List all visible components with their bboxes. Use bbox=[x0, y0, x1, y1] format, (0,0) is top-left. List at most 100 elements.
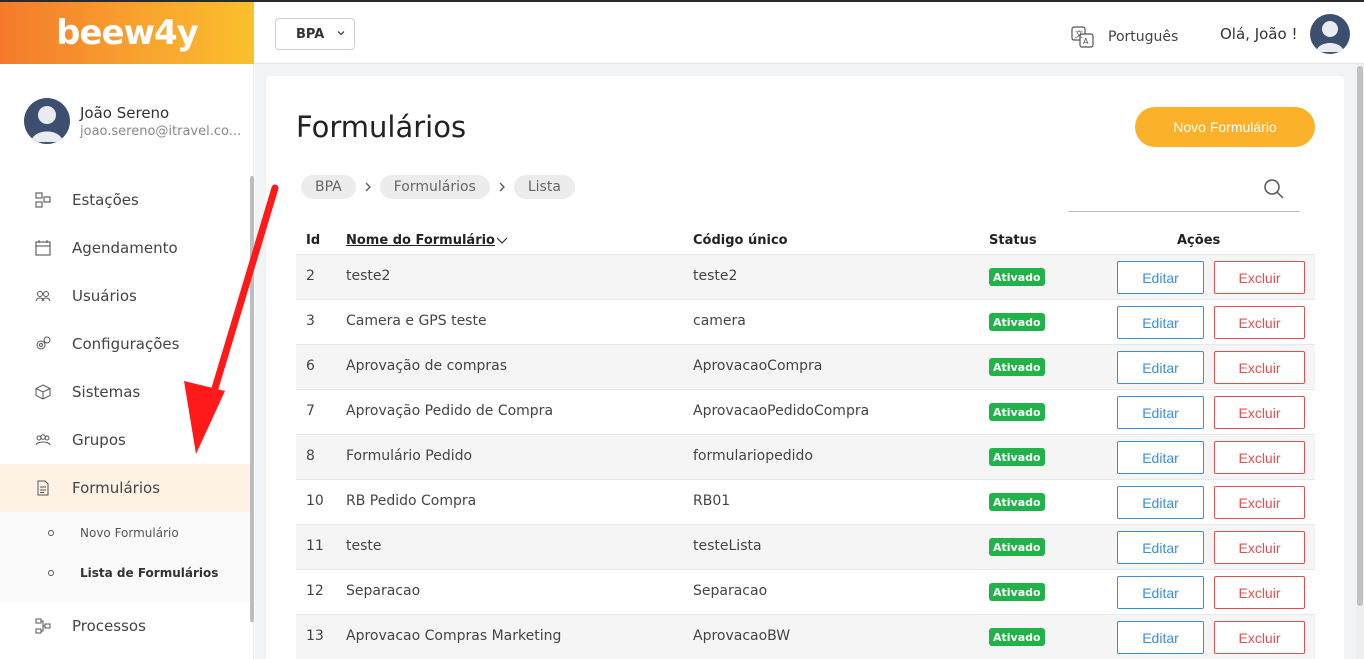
cell-code: camera bbox=[693, 313, 746, 329]
person-icon bbox=[1316, 21, 1344, 52]
person-icon bbox=[31, 106, 63, 142]
header-status: Status bbox=[989, 233, 1037, 248]
sidebar-item-label: Estações bbox=[72, 191, 139, 209]
cell-code: Separacao bbox=[693, 583, 768, 599]
breadcrumb-item[interactable]: BPA bbox=[301, 175, 356, 199]
scrollbar-thumb[interactable] bbox=[1357, 66, 1363, 606]
cell-code: RB01 bbox=[693, 493, 731, 509]
sidebar-item-formularios[interactable]: Formulários bbox=[0, 464, 250, 512]
gears-icon bbox=[36, 336, 51, 350]
sidebar-item-estacoes[interactable]: Estações bbox=[0, 176, 250, 224]
status-badge: Ativado bbox=[989, 448, 1045, 466]
table-row: 10 RB Pedido Compra RB01 Ativado Editar Exclu… bbox=[296, 479, 1315, 524]
bullet-icon bbox=[48, 570, 54, 576]
edit-button[interactable]: Editar bbox=[1117, 261, 1204, 294]
delete-button[interactable]: Excluir bbox=[1214, 531, 1305, 564]
logo[interactable]: beew4y bbox=[0, 2, 254, 64]
user-avatar[interactable] bbox=[1310, 14, 1350, 54]
bullet-icon bbox=[48, 530, 54, 536]
delete-button[interactable]: Excluir bbox=[1214, 576, 1305, 609]
delete-button[interactable]: Excluir bbox=[1214, 351, 1305, 384]
table-row: 12 Separacao Separacao Ativado Editar Excluir bbox=[296, 569, 1315, 614]
edit-button[interactable]: Editar bbox=[1117, 441, 1204, 474]
edit-button[interactable]: Editar bbox=[1117, 351, 1204, 384]
sidebar-scrollbar[interactable] bbox=[250, 176, 254, 622]
language-selector[interactable]: 文 A Português bbox=[1070, 24, 1178, 50]
cell-id: 3 bbox=[306, 313, 315, 329]
status-badge: Ativado bbox=[989, 403, 1045, 421]
delete-button[interactable]: Excluir bbox=[1214, 621, 1305, 654]
submenu-item-label: Novo Formulário bbox=[80, 526, 179, 540]
users-icon bbox=[35, 291, 51, 302]
cell-name: Camera e GPS teste bbox=[346, 313, 487, 329]
cell-name: Formulário Pedido bbox=[346, 448, 473, 464]
status-badge: Ativado bbox=[989, 538, 1045, 556]
user-email: joao.sereno@itravel.co... bbox=[80, 123, 242, 139]
sidebar-user[interactable]: João Sereno joao.sereno@itravel.co... bbox=[24, 98, 241, 144]
sidebar-item-usuarios[interactable]: Usuários bbox=[0, 272, 250, 320]
delete-button[interactable]: Excluir bbox=[1214, 306, 1305, 339]
cell-name: teste2 bbox=[346, 268, 391, 284]
table-row: 7 Aprovação Pedido de Compra AprovacaoPedi… bbox=[296, 389, 1315, 434]
sidebar-item-grupos[interactable]: Grupos bbox=[0, 416, 250, 464]
chevron-down-icon bbox=[337, 31, 345, 36]
svg-text:文: 文 bbox=[1075, 29, 1083, 39]
language-label: Português bbox=[1108, 29, 1179, 45]
new-form-button[interactable]: Novo Formulário bbox=[1135, 107, 1315, 147]
stations-icon bbox=[35, 192, 51, 208]
sidebar-item-processos[interactable]: Processos bbox=[0, 602, 250, 650]
submenu-item-novo-formulario[interactable]: Novo Formulário bbox=[48, 526, 179, 540]
edit-button[interactable]: Editar bbox=[1117, 486, 1204, 519]
cell-id: 6 bbox=[306, 358, 315, 374]
table-header: Id Nome do Formulário Código único Statu… bbox=[296, 230, 1315, 254]
cell-id: 8 bbox=[306, 448, 315, 464]
delete-button[interactable]: Excluir bbox=[1214, 396, 1305, 429]
groups-icon bbox=[35, 434, 51, 446]
sidebar-item-configuracoes[interactable]: Configurações bbox=[0, 320, 250, 368]
cube-icon bbox=[35, 384, 51, 400]
delete-button[interactable]: Excluir bbox=[1214, 486, 1305, 519]
page-scrollbar[interactable] bbox=[1356, 64, 1364, 659]
cell-code: AprovacaoBW bbox=[693, 628, 791, 644]
status-badge: Ativado bbox=[989, 358, 1045, 376]
sidebar-item-label: Grupos bbox=[72, 431, 126, 449]
cell-code: testeLista bbox=[693, 538, 762, 554]
header-actions: Ações bbox=[1177, 233, 1221, 248]
cell-name: teste bbox=[346, 538, 382, 554]
process-icon bbox=[35, 618, 51, 634]
edit-button[interactable]: Editar bbox=[1117, 306, 1204, 339]
status-badge: Ativado bbox=[989, 493, 1045, 511]
table-row: 3 Camera e GPS teste camera Ativado Editar Ex… bbox=[296, 299, 1315, 344]
edit-button[interactable]: Editar bbox=[1117, 576, 1204, 609]
edit-button[interactable]: Editar bbox=[1117, 621, 1204, 654]
cell-code: AprovacaoCompra bbox=[693, 358, 823, 374]
breadcrumb-item[interactable]: Formulários bbox=[379, 175, 490, 199]
svg-text:A: A bbox=[1083, 37, 1089, 46]
sidebar-item-label: Configurações bbox=[72, 335, 180, 353]
edit-button[interactable]: Editar bbox=[1117, 396, 1204, 429]
header-name-sort[interactable]: Nome do Formulário bbox=[346, 233, 509, 248]
breadcrumb-item[interactable]: Lista bbox=[513, 175, 575, 199]
status-badge: Ativado bbox=[989, 313, 1045, 331]
document-icon bbox=[37, 480, 49, 496]
sidebar-item-agendamento[interactable]: Agendamento bbox=[0, 224, 250, 272]
chevron-down-icon bbox=[496, 237, 508, 244]
submenu-item-lista-de-formularios[interactable]: Lista de Formulários bbox=[48, 566, 218, 580]
chevron-right-icon bbox=[490, 175, 514, 199]
sidebar-item-sistemas[interactable]: Sistemas bbox=[0, 368, 250, 416]
sidebar-item-label: Usuários bbox=[72, 287, 137, 305]
delete-button[interactable]: Excluir bbox=[1214, 261, 1305, 294]
table-row: 2 teste2 teste2 Ativado Editar Excluir bbox=[296, 254, 1315, 299]
sidebar-item-label: Sistemas bbox=[72, 383, 141, 401]
delete-button[interactable]: Excluir bbox=[1214, 441, 1305, 474]
table-row: 13 Aprovacao Compras Marketing AprovacaoBW… bbox=[296, 614, 1315, 659]
search-input[interactable] bbox=[1068, 172, 1300, 212]
workspace-select[interactable]: BPA bbox=[275, 18, 355, 50]
search-icon[interactable] bbox=[1262, 177, 1286, 201]
edit-button[interactable]: Editar bbox=[1117, 531, 1204, 564]
submenu-item-label: Lista de Formulários bbox=[80, 566, 219, 580]
table-row: 6 Aprovação de compras AprovacaoCompra Ativ… bbox=[296, 344, 1315, 389]
header-name: Nome do Formulário bbox=[346, 233, 495, 248]
top-bar: beew4y BPA 文 A Português Olá, João ! bbox=[0, 0, 1364, 64]
cell-name: Aprovação Pedido de Compra bbox=[346, 403, 554, 419]
